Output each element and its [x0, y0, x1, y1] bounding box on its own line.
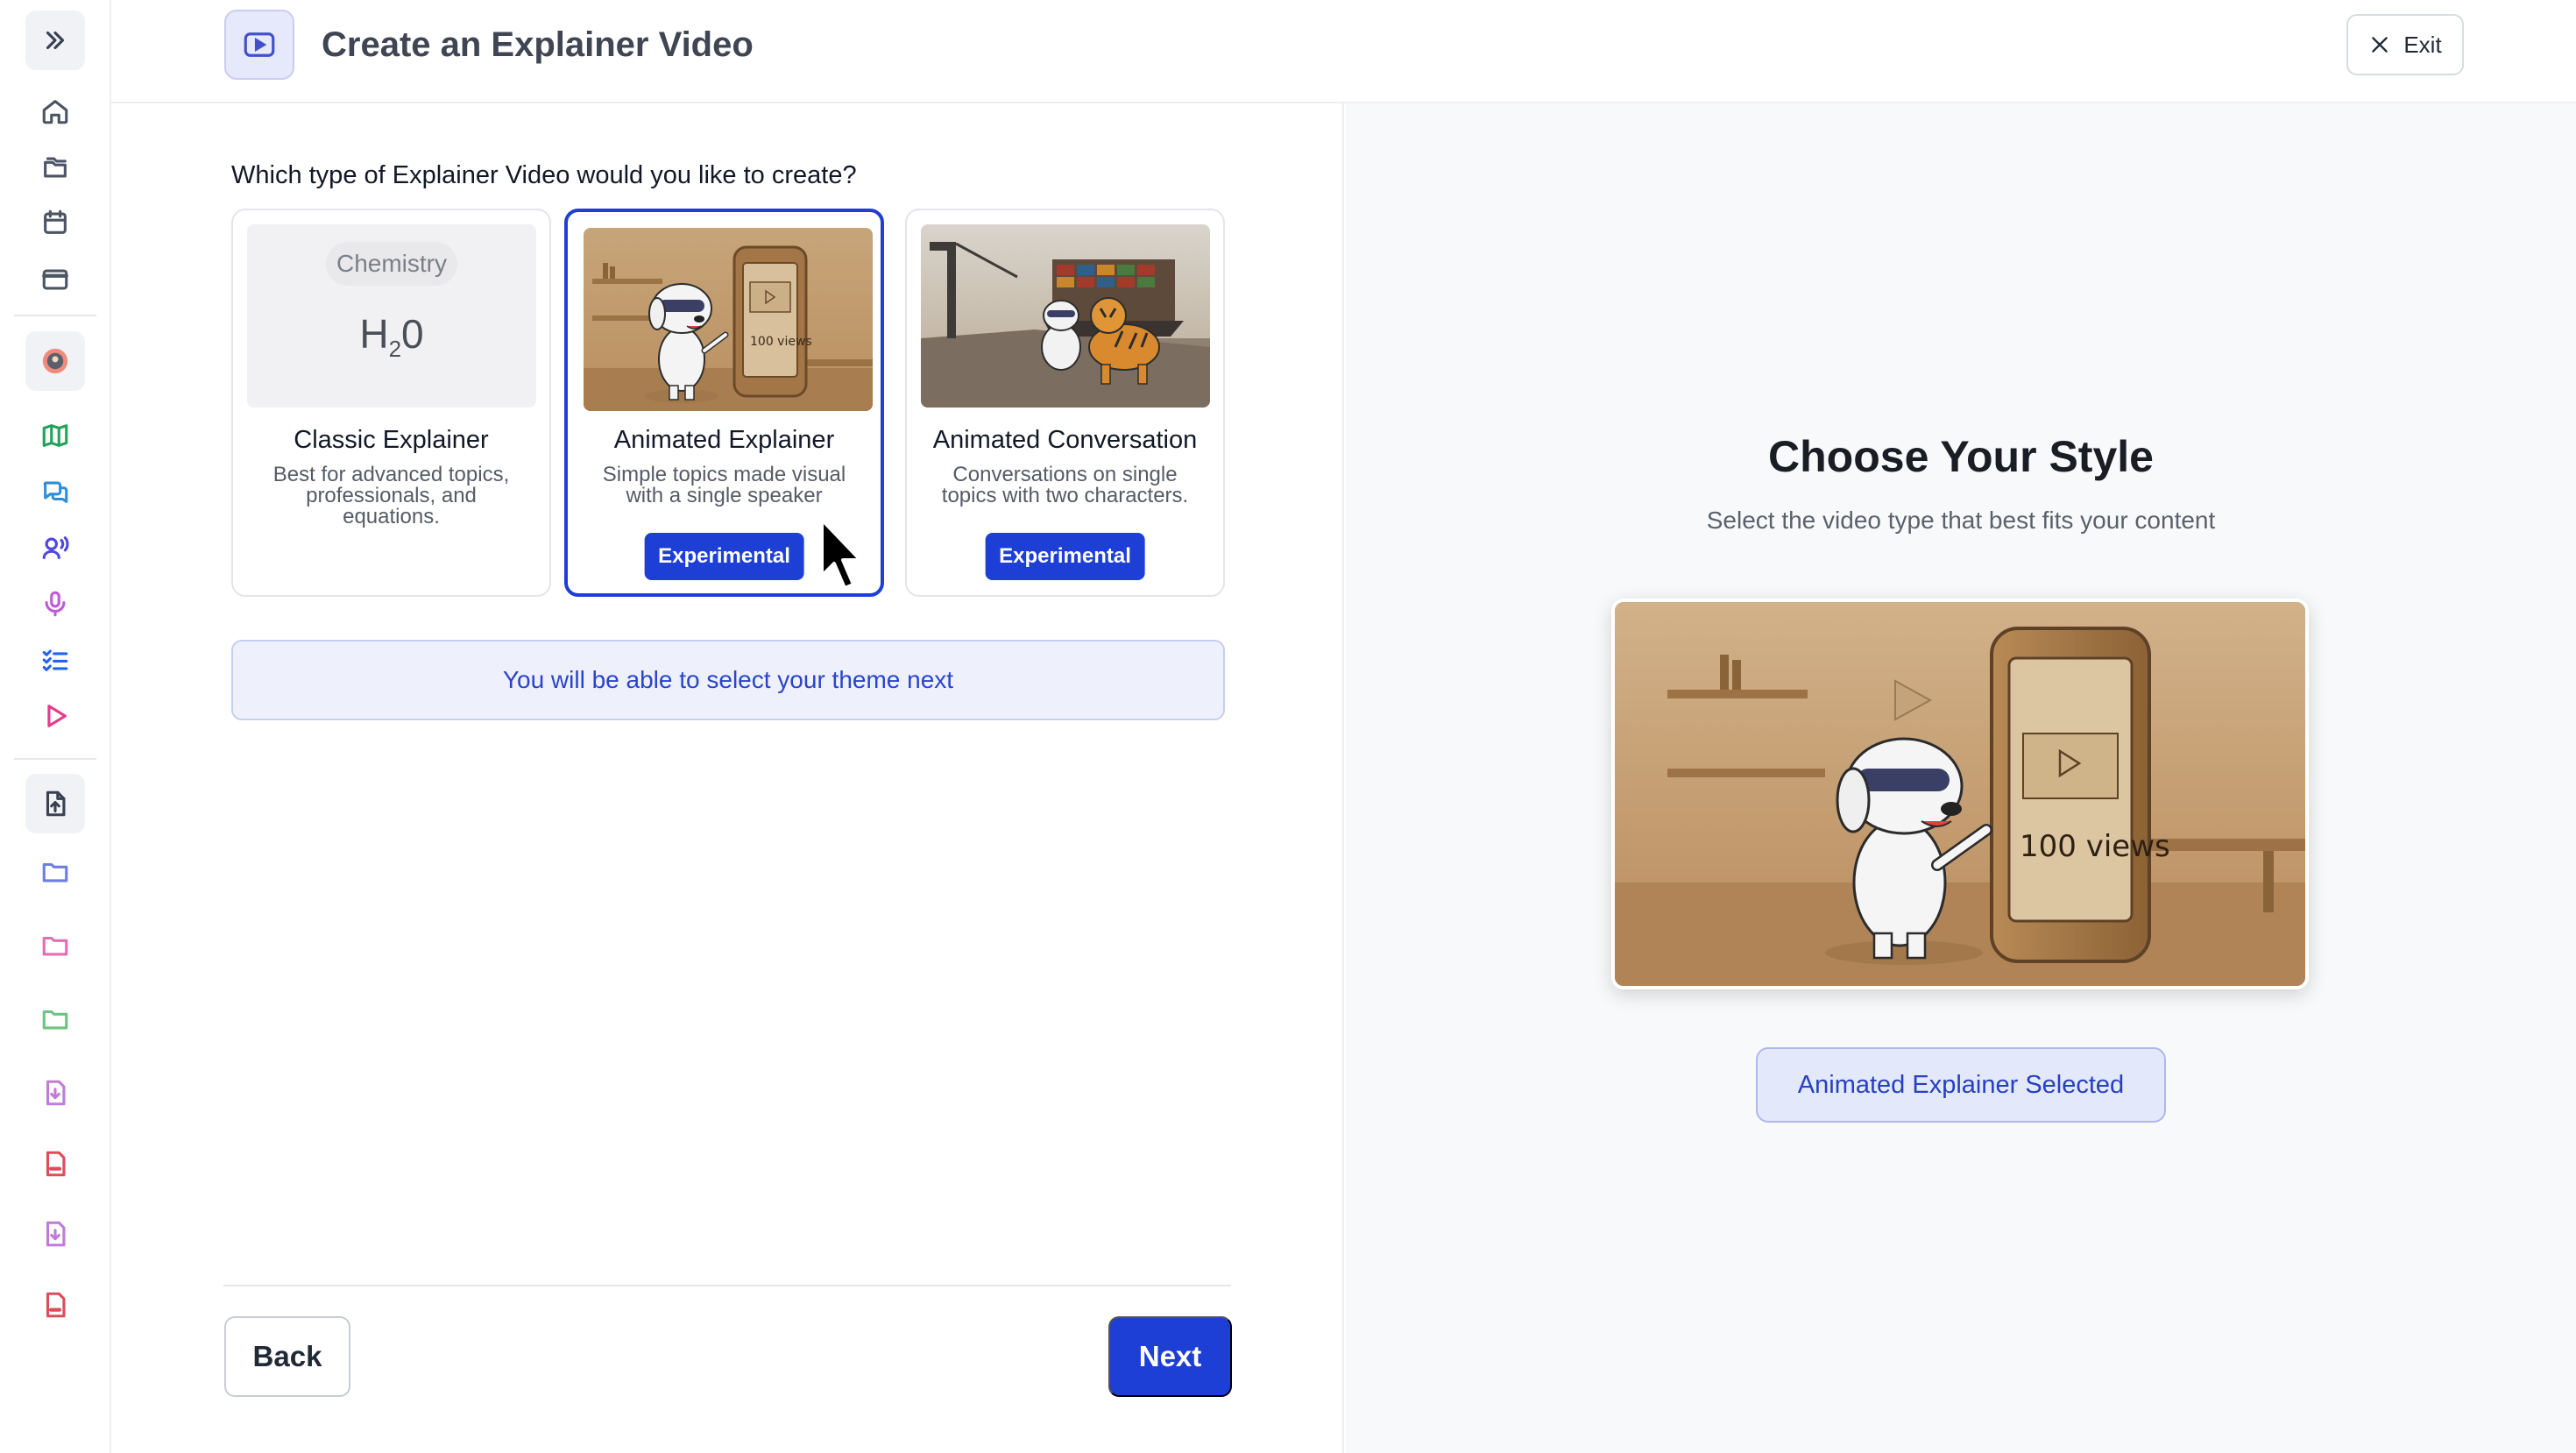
dog-phone-illustration: 100 views	[584, 228, 873, 411]
animated-conversation-thumbnail	[921, 224, 1210, 408]
close-icon	[2372, 37, 2388, 53]
preview-views-text: 100 views	[2020, 829, 2170, 864]
selection-panel: Which type of Explainer Video would you …	[111, 103, 1344, 1453]
avatar-icon	[42, 348, 68, 374]
folder-pink-icon	[42, 936, 68, 956]
card-classic-explainer[interactable]: Chemistry H20 Classic Explainer Best for…	[231, 209, 551, 597]
page-title: Create an Explainer Video	[322, 25, 754, 64]
back-button[interactable]: Back	[224, 1316, 350, 1397]
preview-image: 100 views	[1611, 599, 2309, 989]
sidebar-item-home[interactable]	[25, 82, 85, 141]
preview-title: Choose Your Style	[1768, 432, 2154, 481]
footer-divider	[223, 1285, 1231, 1286]
file-download-icon	[46, 1080, 66, 1106]
expand-sidebar-button[interactable]	[25, 11, 85, 70]
sidebar-file-4[interactable]	[25, 1275, 85, 1335]
folders-icon	[44, 157, 67, 178]
sidebar-item-projects[interactable]	[25, 138, 85, 197]
sidebar-folder-green[interactable]	[25, 989, 85, 1049]
sidebar-item-window[interactable]	[25, 250, 85, 309]
speaker-user-icon	[42, 536, 69, 559]
sidebar-file-2[interactable]	[25, 1134, 85, 1194]
dog-phone-large-illustration: 100 views	[1615, 602, 2305, 986]
play-icon	[47, 705, 67, 727]
next-button[interactable]: Next	[1108, 1316, 1232, 1397]
sidebar-file-3[interactable]	[25, 1204, 85, 1264]
file-download-icon	[46, 1221, 66, 1247]
views-text: 100 views	[750, 335, 812, 349]
sidebar	[0, 0, 111, 1453]
pdf-file-icon	[46, 1292, 66, 1318]
sidebar-folder-blue[interactable]	[25, 842, 85, 902]
map-icon	[42, 424, 68, 447]
exit-label: Exit	[2403, 31, 2442, 58]
sidebar-item-checklist[interactable]	[25, 630, 85, 690]
card-title: Animated Explainer	[613, 426, 835, 454]
selected-style-indicator: Animated Explainer Selected	[1756, 1047, 2166, 1123]
sidebar-divider	[14, 758, 96, 760]
sidebar-item-calendar[interactable]	[25, 193, 85, 252]
theme-info-banner: You will be able to select your theme ne…	[231, 640, 1225, 720]
folder-green-icon	[42, 1010, 68, 1030]
sidebar-folder-pink[interactable]	[25, 916, 85, 975]
experimental-badge: Experimental	[644, 533, 804, 580]
calendar-icon	[44, 209, 67, 234]
formula-sub: 2	[388, 336, 402, 363]
preview-subtitle: Select the video type that best fits you…	[1706, 507, 2216, 534]
card-description: Best for advanced topics, professionals,…	[272, 463, 510, 528]
dog-tiger-port-illustration	[921, 224, 1210, 408]
sidebar-item-play[interactable]	[25, 686, 85, 746]
sidebar-file-1[interactable]	[25, 1063, 85, 1123]
sidebar-item-chat[interactable]	[25, 462, 85, 521]
card-description: Conversations on single topics with two …	[941, 463, 1189, 507]
sidebar-item-upload[interactable]	[25, 774, 85, 833]
mouse-cursor-icon	[820, 518, 862, 590]
video-play-icon	[244, 32, 275, 57]
chemistry-label: Chemistry	[336, 250, 447, 277]
folder-blue-icon	[42, 862, 68, 882]
chat-bubbles-icon	[43, 481, 68, 503]
formula-o: 0	[401, 311, 424, 357]
animated-explainer-thumbnail: 100 views	[584, 228, 873, 411]
microphone-icon	[45, 591, 66, 617]
upload-file-icon	[46, 790, 66, 817]
card-animated-conversation[interactable]: Animated Conversation Conversations on s…	[905, 209, 1225, 597]
sidebar-item-map[interactable]	[25, 406, 85, 465]
formula-h: H	[359, 311, 389, 357]
pdf-file-icon	[46, 1151, 66, 1177]
classic-thumbnail: Chemistry H20	[247, 224, 536, 408]
header-badge	[224, 10, 294, 80]
sidebar-item-avatar[interactable]	[25, 331, 85, 391]
sidebar-item-microphone[interactable]	[25, 574, 85, 634]
chemistry-chip: Chemistry	[326, 242, 457, 286]
card-title: Classic Explainer	[294, 426, 489, 454]
home-icon	[42, 100, 68, 124]
sidebar-item-voices[interactable]	[25, 518, 85, 578]
style-preview-panel: Choose Your Style Select the video type …	[1346, 103, 2576, 1453]
formula-text: H20	[247, 310, 536, 363]
sidebar-divider	[14, 315, 96, 316]
video-type-question: Which type of Explainer Video would you …	[231, 161, 857, 189]
experimental-badge: Experimental	[985, 533, 1145, 580]
browser-window-icon	[42, 269, 68, 290]
exit-button[interactable]: Exit	[2346, 14, 2464, 75]
card-description: Simple topics made visual with a single …	[602, 463, 846, 507]
card-title: Animated Conversation	[932, 426, 1198, 454]
checklist-icon	[42, 649, 68, 671]
chevrons-right-icon	[46, 31, 65, 50]
page-header: Create an Explainer Video Exit	[111, 0, 2576, 103]
